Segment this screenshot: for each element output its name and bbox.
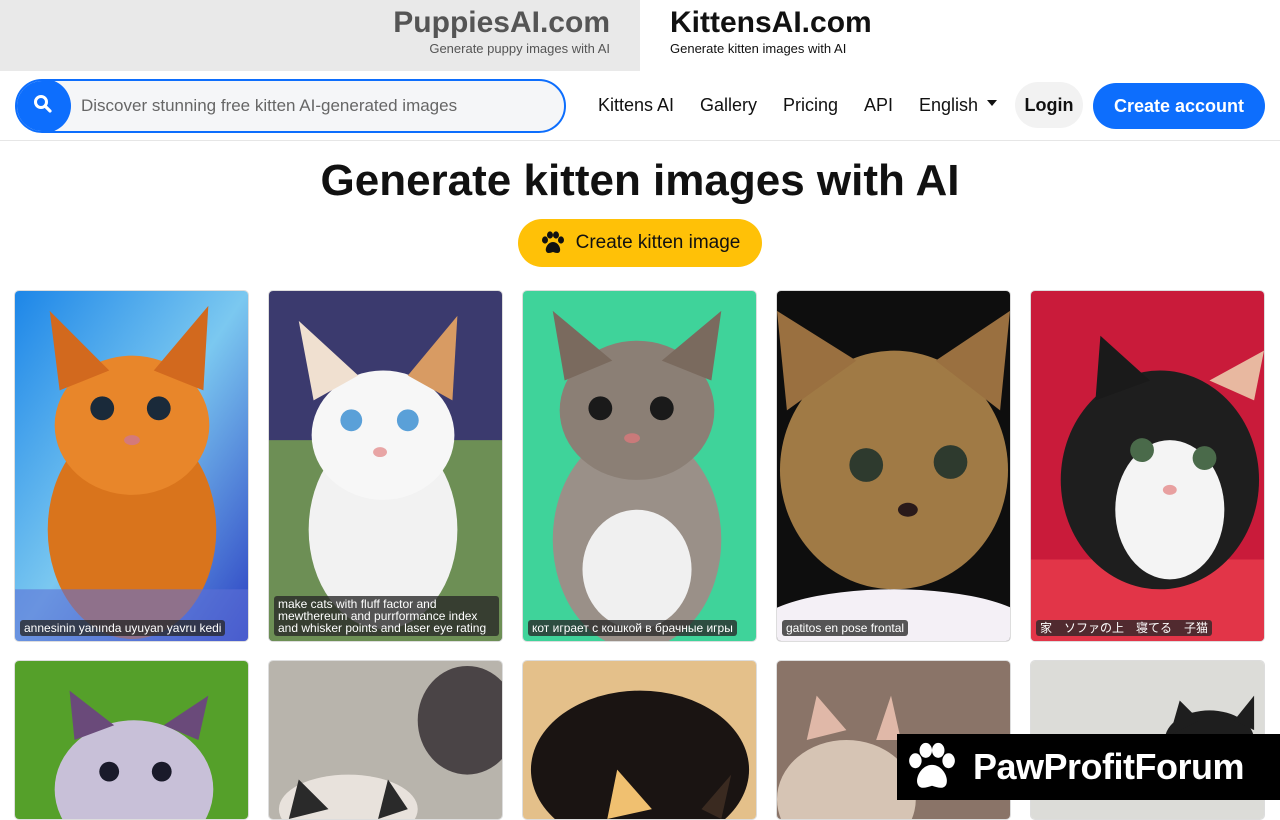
kitten-image (269, 661, 502, 819)
site-tab-subtitle: Generate kitten images with AI (670, 41, 847, 56)
caret-down-icon (987, 100, 998, 107)
search-input[interactable] (81, 81, 551, 131)
create-account-button[interactable]: Create account (1093, 83, 1265, 129)
image-caption: annesinin yanında uyuyan yavru kedi (20, 620, 226, 636)
language-label: English (919, 95, 979, 115)
gallery-card[interactable] (14, 660, 249, 820)
gallery-card[interactable]: 家 ソファの上 寝てる 子猫 (1030, 290, 1265, 642)
search-button[interactable] (17, 81, 71, 131)
search-box (15, 79, 566, 133)
kitten-image (1031, 291, 1264, 641)
create-kitten-image-button[interactable]: Create kitten image (518, 219, 762, 267)
site-tab-kittens[interactable]: KittensAI.com Generate kitten images wit… (640, 0, 1280, 71)
site-tab-title: PuppiesAI.com (393, 6, 610, 39)
image-caption: кот играет с кошкой в брачные игры (528, 620, 737, 636)
image-caption: make cats with fluff factor and mewthere… (274, 596, 499, 636)
navbar: Kittens AI Gallery Pricing API English L… (0, 71, 1280, 141)
nav-kittens-ai[interactable]: Kittens AI (598, 95, 674, 116)
gallery-card[interactable]: make cats with fluff factor and mewthere… (268, 290, 503, 642)
site-tab-title: KittensAI.com (670, 6, 872, 39)
page-title: Generate kitten images with AI (320, 156, 960, 205)
kitten-image (523, 291, 756, 641)
gallery-card[interactable]: annesinin yanında uyuyan yavru kedi (14, 290, 249, 642)
language-dropdown[interactable]: English (919, 95, 998, 116)
kitten-image (777, 291, 1010, 641)
watermark: PawProfitForum (897, 734, 1280, 800)
nav-gallery[interactable]: Gallery (700, 95, 757, 116)
watermark-text: PawProfitForum (973, 746, 1245, 787)
login-button[interactable]: Login (1015, 82, 1083, 128)
nav-api[interactable]: API (864, 95, 893, 116)
site-tab-subtitle: Generate puppy images with AI (429, 41, 610, 56)
kitten-image (523, 661, 756, 819)
create-kitten-image-label: Create kitten image (575, 232, 741, 253)
kitten-image (269, 291, 502, 641)
kitten-image (15, 661, 248, 819)
image-caption: gatitos en pose frontal (782, 620, 909, 636)
gallery-card[interactable]: gatitos en pose frontal (776, 290, 1011, 642)
site-tab-puppies[interactable]: PuppiesAI.com Generate puppy images with… (0, 0, 640, 71)
paw-icon (540, 231, 566, 255)
site-tabs: PuppiesAI.com Generate puppy images with… (0, 0, 1280, 71)
paw-icon (905, 741, 959, 793)
gallery-card[interactable] (268, 660, 503, 820)
search-icon (33, 94, 53, 119)
nav-pricing[interactable]: Pricing (783, 95, 838, 116)
gallery-card[interactable] (522, 660, 757, 820)
kitten-image (15, 291, 248, 641)
gallery-card[interactable]: кот играет с кошкой в брачные игры (522, 290, 757, 642)
image-caption: 家 ソファの上 寝てる 子猫 (1036, 620, 1213, 636)
